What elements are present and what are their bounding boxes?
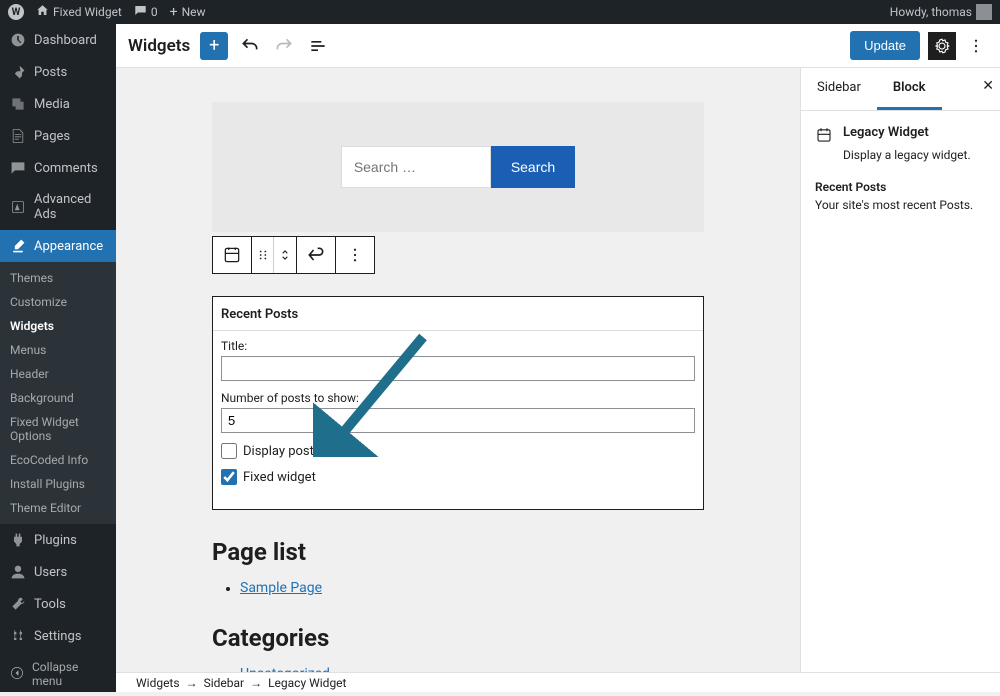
block-more-button[interactable] (336, 237, 374, 273)
media-icon (10, 96, 26, 112)
close-inspector-button[interactable]: ✕ (982, 78, 994, 94)
collapse-menu[interactable]: Collapse menu (0, 652, 116, 696)
menu-pages[interactable]: Pages (0, 120, 116, 152)
update-button[interactable]: Update (850, 31, 920, 60)
breadcrumb: Widgets → Sidebar → Legacy Widget (116, 672, 1000, 692)
inspector-block-desc: Display a legacy widget. (843, 148, 986, 162)
inspector-sub-title: Recent Posts (815, 180, 986, 194)
menu-tools[interactable]: Tools (0, 588, 116, 620)
ads-icon (10, 199, 26, 215)
home-icon (36, 4, 49, 20)
new-content[interactable]: + New (170, 4, 206, 20)
categories-heading: Categories (212, 624, 704, 652)
breadcrumb-item[interactable]: Sidebar (204, 676, 245, 690)
comments-icon (10, 160, 26, 176)
page-title: Widgets (128, 36, 190, 56)
drag-handle[interactable] (252, 237, 274, 273)
menu-advanced-ads[interactable]: Advanced Ads (0, 184, 116, 230)
search-widget-area: Search (212, 102, 704, 232)
block-toolbar (212, 236, 375, 274)
submenu-install-plugins[interactable]: Install Plugins (0, 472, 116, 496)
avatar (976, 4, 992, 20)
breadcrumb-item[interactable]: Widgets (136, 676, 180, 690)
legacy-widget-block: Recent Posts Title: Number of posts to s… (212, 296, 704, 510)
comments-count[interactable]: 0 (134, 4, 158, 20)
plus-icon: + (170, 4, 178, 20)
tab-block[interactable]: Block (877, 68, 942, 110)
page-list: Sample Page (212, 580, 704, 596)
submenu-background[interactable]: Background (0, 386, 116, 410)
undo-button[interactable] (238, 34, 262, 58)
menu-comments[interactable]: Comments (0, 152, 116, 184)
menu-settings[interactable]: Settings (0, 620, 116, 652)
admin-bar: W Fixed Widget 0 + New Howdy, thomas (0, 0, 1000, 24)
collapse-icon (10, 666, 24, 683)
appearance-submenu: Themes Customize Widgets Menus Header Ba… (0, 262, 116, 524)
search-input[interactable] (341, 146, 491, 188)
dashboard-icon (10, 32, 26, 48)
site-home-link[interactable]: Fixed Widget (36, 4, 122, 20)
count-input[interactable] (221, 408, 695, 433)
move-to-button[interactable] (297, 237, 335, 273)
list-item: Sample Page (240, 580, 704, 596)
user-icon (10, 564, 26, 580)
more-options-button[interactable] (964, 34, 988, 58)
redo-button[interactable] (272, 34, 296, 58)
calendar-icon (815, 126, 833, 144)
inspector-block-title: Legacy Widget (843, 125, 929, 140)
submenu-fixed-widget-options[interactable]: Fixed Widget Options (0, 410, 116, 448)
pin-icon (10, 64, 26, 80)
menu-appearance[interactable]: Appearance (0, 230, 116, 262)
display-date-input[interactable] (221, 443, 237, 459)
editor: Widgets + Update Search (116, 24, 1000, 672)
inspector-sub-desc: Your site's most recent Posts. (815, 198, 986, 212)
list-view-button[interactable] (306, 34, 330, 58)
menu-dashboard[interactable]: Dashboard (0, 24, 116, 56)
submenu-themes[interactable]: Themes (0, 266, 116, 290)
breadcrumb-item[interactable]: Legacy Widget (268, 676, 346, 690)
comment-icon (134, 4, 147, 20)
page-list-heading: Page list (212, 538, 704, 566)
sample-page-link[interactable]: Sample Page (240, 580, 322, 596)
display-date-checkbox[interactable]: Display post date? (221, 443, 695, 459)
tab-sidebar[interactable]: Sidebar (801, 68, 877, 110)
menu-users[interactable]: Users (0, 556, 116, 588)
add-block-button[interactable]: + (200, 32, 228, 60)
submenu-widgets[interactable]: Widgets (0, 314, 116, 338)
menu-media[interactable]: Media (0, 88, 116, 120)
search-button[interactable]: Search (491, 146, 575, 188)
submenu-header[interactable]: Header (0, 362, 116, 386)
fixed-widget-input[interactable] (221, 469, 237, 485)
submenu-menus[interactable]: Menus (0, 338, 116, 362)
block-type-button[interactable] (213, 237, 251, 273)
brush-icon (10, 238, 26, 254)
fixed-widget-checkbox[interactable]: Fixed widget (221, 469, 695, 485)
howdy-text: Howdy, thomas (890, 5, 972, 19)
title-input[interactable] (221, 356, 695, 381)
move-up-down-button[interactable] (274, 237, 296, 273)
editor-header: Widgets + Update (116, 24, 1000, 68)
submenu-ecocoded-info[interactable]: EcoCoded Info (0, 448, 116, 472)
settings-button[interactable] (928, 32, 956, 60)
inspector-sidebar: Sidebar Block ✕ Legacy Widget Display a … (800, 68, 1000, 672)
title-label: Title: (221, 339, 695, 353)
plugin-icon (10, 532, 26, 548)
editor-canvas: Search Recen (116, 68, 800, 672)
count-label: Number of posts to show: (221, 391, 695, 405)
user-menu[interactable]: Howdy, thomas (890, 4, 992, 20)
settings-icon (10, 628, 26, 644)
menu-posts[interactable]: Posts (0, 56, 116, 88)
pages-icon (10, 128, 26, 144)
tools-icon (10, 596, 26, 612)
submenu-customize[interactable]: Customize (0, 290, 116, 314)
admin-sidebar: Dashboard Posts Media Pages Comments Adv… (0, 24, 116, 692)
submenu-theme-editor[interactable]: Theme Editor (0, 496, 116, 520)
legacy-widget-header: Recent Posts (213, 297, 703, 331)
wp-logo[interactable]: W (8, 4, 24, 20)
site-title: Fixed Widget (53, 5, 122, 19)
menu-plugins[interactable]: Plugins (0, 524, 116, 556)
